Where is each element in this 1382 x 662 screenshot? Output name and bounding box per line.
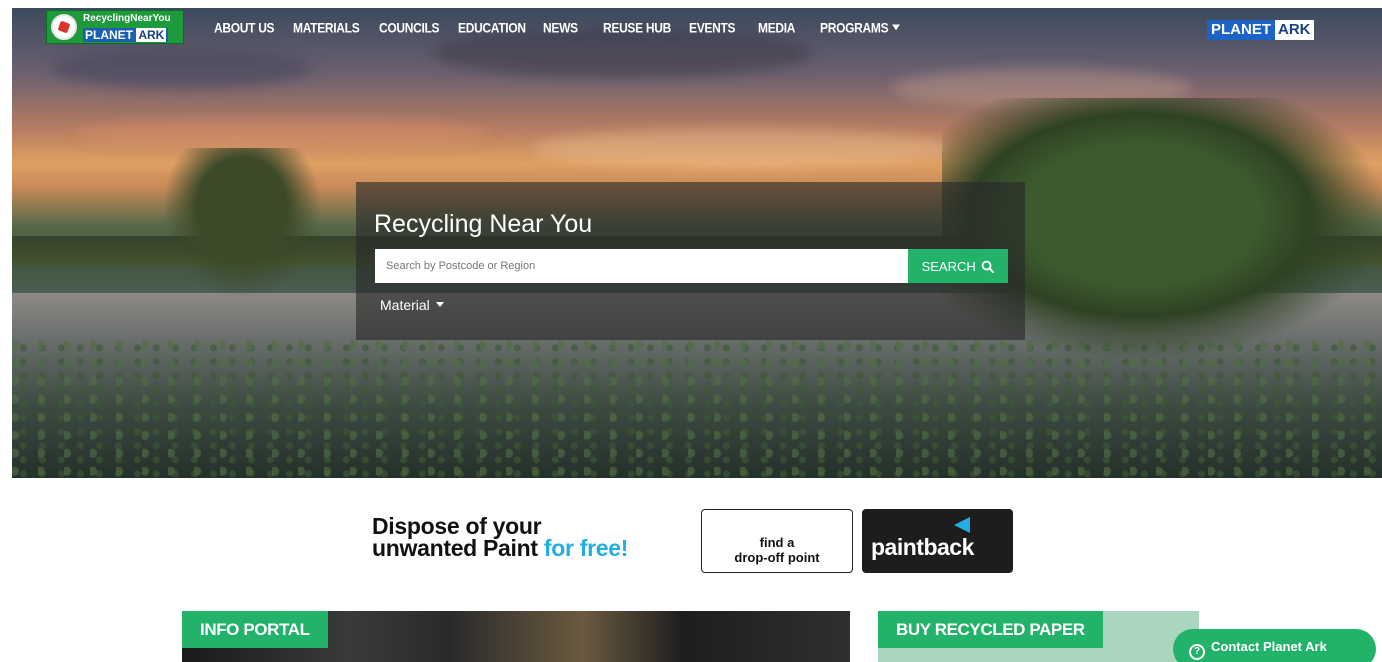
logo-line2: PLANET ARK — [83, 28, 169, 42]
nav-about-us[interactable]: ABOUT US — [214, 20, 275, 36]
search-button[interactable]: SEARCH — [908, 249, 1008, 283]
contact-planet-ark-button[interactable]: ? Contact Planet Ark — [1173, 629, 1376, 662]
paintback-logo[interactable]: paintback — [862, 509, 1013, 573]
page: RecyclingNearYou PLANET ARK ABOUT US MAT… — [12, 0, 1382, 662]
info-portal-label: INFO PORTAL — [182, 611, 328, 648]
recycle-logo-icon — [51, 14, 77, 40]
material-dropdown[interactable]: Material — [380, 297, 444, 313]
logo-line1: RecyclingNearYou — [83, 13, 171, 24]
chevron-down-icon — [892, 24, 901, 31]
nav-media[interactable]: MEDIA — [758, 20, 795, 36]
search-title: Recycling Near You — [374, 210, 593, 238]
recycling-near-you-logo[interactable]: RecyclingNearYou PLANET ARK — [46, 10, 184, 44]
nav-education[interactable]: EDUCATION — [458, 20, 526, 36]
nav-news[interactable]: NEWS — [543, 20, 578, 36]
buy-recycled-paper-card[interactable]: BUY RECYCLED PAPER — [878, 611, 1199, 662]
paint-banner-text: Dispose of your unwanted Paint for free! — [372, 513, 629, 561]
nav-events[interactable]: EVENTS — [689, 20, 736, 36]
nav-programs[interactable]: PROGRAMS — [820, 20, 901, 36]
search-icon — [982, 260, 995, 273]
nav-reuse-hub[interactable]: REUSE HUB — [603, 20, 671, 36]
top-navigation: RecyclingNearYou PLANET ARK ABOUT US MAT… — [12, 8, 1382, 48]
find-drop-off-button[interactable]: find a drop-off point — [701, 509, 853, 573]
nav-materials[interactable]: MATERIALS — [293, 20, 360, 36]
chevron-down-icon — [435, 302, 444, 307]
buy-recycled-paper-label: BUY RECYCLED PAPER — [878, 611, 1103, 648]
nav-councils[interactable]: COUNCILS — [379, 20, 440, 36]
search-panel: Recycling Near You SEARCH Material — [356, 182, 1025, 340]
help-icon: ? — [1189, 643, 1205, 660]
planet-ark-logo[interactable]: PLANET ARK — [1207, 20, 1314, 40]
paintback-arrow-icon — [954, 517, 970, 533]
search-input[interactable] — [375, 249, 908, 283]
info-portal-card[interactable]: INFO PORTAL — [182, 611, 850, 662]
